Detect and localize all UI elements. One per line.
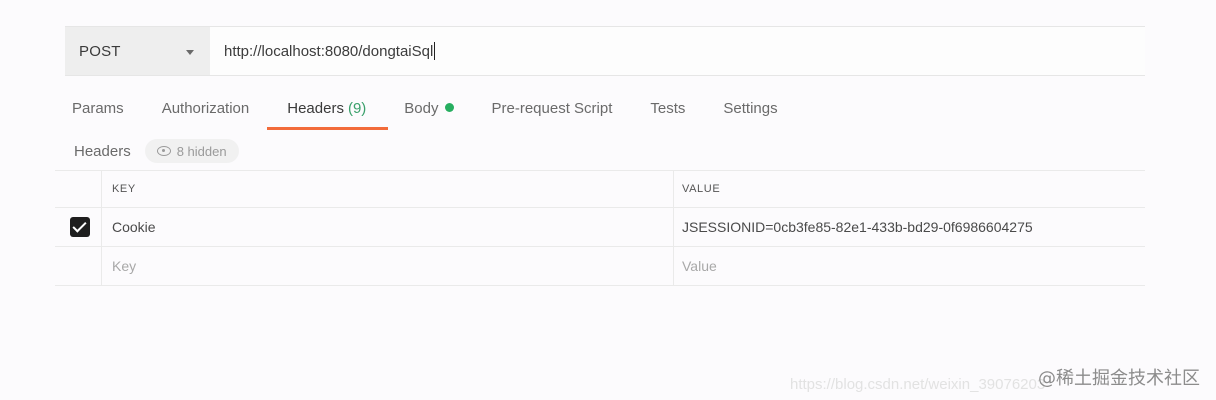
watermark-brand: @稀土掘金技术社区 <box>1038 368 1200 389</box>
url-input[interactable]: http://localhost:8080/dongtaiSql <box>210 27 1145 75</box>
new-key-input[interactable]: Key <box>102 247 674 285</box>
tab-label: Authorization <box>161 100 250 117</box>
tab-label: Params <box>72 100 124 117</box>
enabled-checkbox[interactable] <box>70 217 90 237</box>
column-header-key: KEY <box>102 171 674 207</box>
tab-params[interactable]: Params <box>72 94 124 130</box>
table-row: Cookie JSESSIONID=0cb3fe85-82e1-433b-bd2… <box>55 208 1145 247</box>
tab-label: Pre-request Script <box>491 100 613 117</box>
tab-label: Settings <box>723 100 778 117</box>
body-status-dot-icon <box>444 103 454 112</box>
header-count-badge: (9) <box>347 100 367 117</box>
hidden-headers-toggle[interactable]: 8 hidden <box>144 139 239 163</box>
tab-label: Tests <box>650 100 686 117</box>
method-label: POST <box>79 42 121 60</box>
tab-tests[interactable]: Tests <box>650 94 685 130</box>
chevron-down-icon <box>186 49 194 55</box>
row-check-cell <box>55 208 102 246</box>
tab-authorization[interactable]: Authorization <box>162 94 250 130</box>
request-tabs: Params Authorization Headers (9) Body Pre… <box>62 94 816 130</box>
headers-section-row: Headers 8 hidden <box>74 138 239 164</box>
tab-pre-request-script[interactable]: Pre-request Script <box>492 94 613 130</box>
table-header-row: KEY VALUE <box>55 170 1145 208</box>
hidden-headers-label: 8 hidden <box>176 143 227 159</box>
tab-label: Headers <box>287 100 344 117</box>
text-cursor <box>434 42 436 60</box>
tab-headers[interactable]: Headers (9) <box>267 94 389 130</box>
row-check-cell <box>55 247 102 285</box>
method-select[interactable]: POST <box>65 27 210 75</box>
tab-label: Body <box>404 100 439 117</box>
headers-table: KEY VALUE Cookie JSESSIONID=0cb3fe85-82e… <box>55 170 1145 286</box>
header-value-cell[interactable]: JSESSIONID=0cb3fe85-82e1-433b-bd29-0f698… <box>674 208 1145 246</box>
eye-icon <box>156 146 171 156</box>
column-header-value: VALUE <box>682 183 721 195</box>
header-check-cell <box>55 171 102 207</box>
request-bar: POST http://localhost:8080/dongtaiSql <box>65 26 1145 76</box>
url-text: http://localhost:8080/dongtaiSql <box>224 42 434 60</box>
headers-section-title: Headers <box>74 142 131 160</box>
header-key-cell[interactable]: Cookie <box>102 208 674 246</box>
watermark-url: https://blog.csdn.net/weixin_39076203 <box>790 376 1046 393</box>
table-row-empty: Key Value <box>55 247 1145 286</box>
tab-body[interactable]: Body <box>404 94 454 130</box>
new-value-input[interactable]: Value <box>674 247 1145 285</box>
tab-settings[interactable]: Settings <box>723 94 777 130</box>
